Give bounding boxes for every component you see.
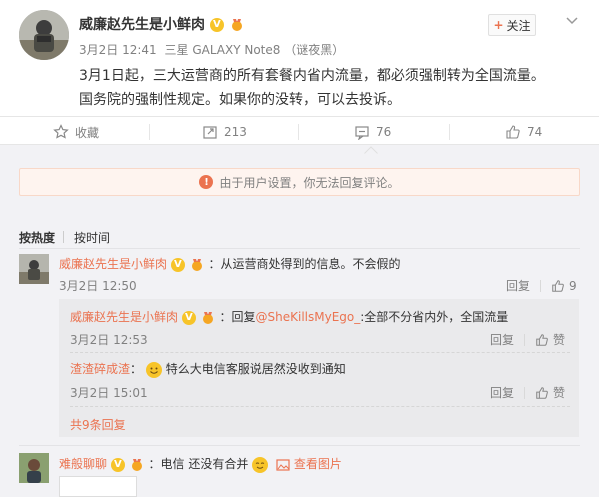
medal-icon [191, 258, 202, 271]
verified-badge-icon: V [110, 457, 125, 472]
comment-count: 76 [376, 125, 392, 139]
repost-count: 213 [224, 125, 247, 139]
notice-text: 由于用户设置，你无法回复评论。 [219, 175, 400, 190]
comment-item: 威廉赵先生是小鲜肉 V ：从运营商处得到的信息。不会假的 [59, 255, 401, 272]
verified-badge-icon: V [209, 18, 224, 32]
commenter-avatar[interactable] [19, 453, 49, 483]
reply-author[interactable]: 渣渣碎成渣 [70, 362, 130, 376]
action-separator [540, 279, 542, 292]
star-icon [53, 124, 69, 139]
post-author-text[interactable]: 威廉赵先生是小鲜肉 [79, 17, 205, 33]
reply-button[interactable]: 回复 [490, 331, 514, 348]
view-image-label: 查看图片 [293, 457, 342, 471]
thumbs-up-icon [536, 333, 548, 346]
like-button[interactable]: 74 [505, 120, 542, 144]
divider [19, 248, 580, 249]
reply-divider [70, 406, 570, 407]
medal-icon [231, 19, 242, 31]
chevron-down-icon[interactable] [565, 16, 579, 26]
reply-text: 特么大电信客服说居然没收到通知 [165, 362, 346, 376]
image-icon [276, 458, 290, 471]
like-count: 74 [527, 125, 543, 139]
post-source[interactable]: 三星 GALAXY Note8 [165, 43, 281, 57]
comment-text: ：从运营商处得到的信息。不会假的 [208, 257, 401, 271]
comment-icon [355, 126, 369, 140]
sort-by-time[interactable]: 按时间 [74, 229, 110, 246]
sort-separator [63, 231, 64, 243]
comment-text: ：电信 还没有合并 [148, 457, 249, 471]
post-time[interactable]: 3月2日 12:41 [79, 43, 157, 57]
reply-time: 3月2日 15:01 [70, 386, 148, 400]
post-text-line-1: 3月1日起，三大运营商的所有套餐内省内流量，都必须强制转为全国流量。 [79, 68, 545, 84]
reply-author[interactable]: 威廉赵先生是小鲜肉 [70, 310, 178, 324]
divider [0, 116, 599, 117]
comment-item: 难般聊聊 V ：电信 还没有合并 查看图片 [59, 455, 342, 473]
reply-item: 威廉赵先生是小鲜肉 V ：回复@SheKillsMyEgo_:全部不分省内外，全… [70, 308, 508, 325]
follow-button[interactable]: + 关注 [488, 14, 536, 36]
comment-button[interactable]: 76 [354, 120, 391, 144]
comment-author[interactable]: 难般聊聊 [59, 457, 107, 471]
thumbs-up-icon [536, 386, 548, 399]
view-image-link[interactable]: 查看图片 [276, 457, 342, 471]
medal-icon [202, 311, 213, 324]
reply-like-button[interactable]: 赞 [535, 331, 565, 348]
post-meta: 3月2日 12:41 来自 三星 GALAXY Note8 （谜夜黑） [79, 41, 344, 58]
reply-disabled-notice: ! 由于用户设置，你无法回复评论。 [19, 168, 580, 196]
grin-emoji-icon [145, 361, 162, 378]
action-separator [449, 124, 450, 140]
comment-image-thumbnail[interactable] [59, 476, 137, 497]
repost-button[interactable]: 213 [202, 120, 247, 144]
action-separator [298, 124, 299, 140]
post-text-line-2: 国务院的强制性规定。如果你的没转，可以去投诉。 [79, 92, 401, 108]
comment-like-count: 9 [569, 278, 577, 293]
post-text: 3月1日起，三大运营商的所有套餐内省内流量，都必须强制转为全国流量。 国务院的强… [79, 64, 579, 112]
divider [19, 445, 580, 446]
favorite-button[interactable]: 收藏 [53, 120, 99, 144]
action-separator [524, 386, 526, 399]
reply-item: 渣渣碎成渣： 特么大电信客服说居然没收到通知 [70, 360, 346, 378]
verified-badge-icon: V [170, 257, 185, 272]
thumbs-up-icon [506, 125, 520, 139]
panel-caret-icon [364, 146, 378, 154]
reply-like-label: 赞 [553, 386, 566, 400]
follow-label: 关注 [506, 18, 531, 33]
post-author-name[interactable]: 威廉赵先生是小鲜肉 V [79, 14, 245, 34]
verified-badge-icon: V [181, 310, 196, 325]
plus-icon: + [493, 18, 504, 32]
favorite-label: 收藏 [75, 125, 100, 140]
reply-like-button[interactable]: 赞 [535, 384, 565, 401]
reply-divider [70, 352, 570, 353]
reply-colon: ： [130, 362, 143, 376]
reply-text: :全部不分省内外，全国流量 [360, 310, 509, 324]
thumbs-up-icon [552, 279, 564, 292]
author-avatar[interactable] [19, 10, 69, 60]
comment-like-button[interactable]: 9 [551, 279, 577, 293]
reply-mention[interactable]: @SheKillsMyEgo_ [256, 310, 361, 324]
comment-time: 3月2日 12:50 [59, 279, 137, 293]
warning-icon: ! [199, 175, 214, 189]
post-source-suffix: （谜夜黑） [284, 43, 345, 57]
repost-icon [203, 126, 217, 139]
reply-time: 3月2日 12:53 [70, 333, 148, 347]
more-replies-link[interactable]: 共9条回复 [70, 416, 126, 433]
commenter-avatar[interactable] [19, 254, 49, 284]
action-separator [149, 124, 150, 140]
reply-like-label: 赞 [553, 333, 566, 347]
comment-actions: 回复 9 [506, 277, 577, 294]
sort-by-heat[interactable]: 按热度 [19, 229, 55, 246]
reply-button[interactable]: 回复 [506, 277, 530, 294]
reply-button[interactable]: 回复 [490, 384, 514, 401]
comment-author[interactable]: 威廉赵先生是小鲜肉 [59, 257, 167, 271]
reply-actions: 回复 赞 [490, 384, 565, 401]
reply-prefix: ：回复 [219, 310, 256, 324]
smile-emoji-icon [252, 456, 269, 473]
action-separator [524, 333, 526, 346]
medal-icon [131, 458, 142, 471]
reply-actions: 回复 赞 [490, 331, 565, 348]
